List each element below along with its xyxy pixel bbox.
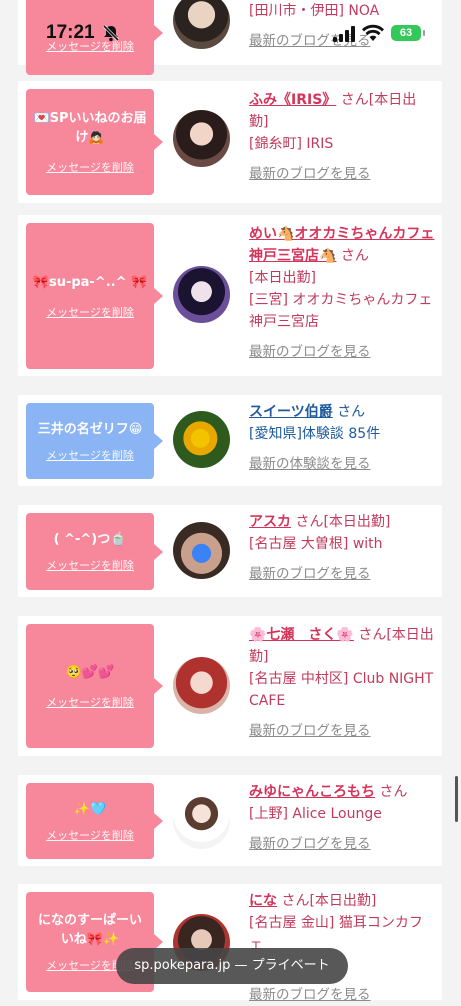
message-text: 💌SPいいねのお届け🙇🏻	[33, 111, 147, 145]
latest-blog-link[interactable]: 最新のブログを見る	[249, 163, 435, 185]
cast-name-link[interactable]: にな	[249, 893, 277, 909]
cast-suffix: さん[本日出勤]	[281, 893, 377, 909]
delete-message-link[interactable]: メッセージを削除	[46, 159, 134, 175]
message-card: メッセージを削除 [田川市・伊田] NOA 最新のブログを見る	[18, 0, 442, 75]
latest-blog-link[interactable]: 最新のブログを見る	[249, 833, 435, 855]
scrollbar[interactable]	[455, 776, 458, 822]
message-bubble: ( ^-^)つ🍵 メッセージを削除	[26, 513, 163, 590]
message-card: 🎀su-pa-^..^ 🎀 メッセージを削除 めい🐴オオカミちゃんカフェ神戸三宮…	[18, 215, 442, 376]
shop-label: [名古屋 大曽根] with	[249, 536, 383, 552]
message-card: ( ^-^)つ🍵 メッセージを削除 アスカ さん[本日出勤] [名古屋 大曽根]…	[18, 505, 442, 597]
message-bubble: 💌SPいいねのお届け🙇🏻 メッセージを削除	[26, 89, 163, 195]
cast-name-link[interactable]: 🌸七瀬 さく🌸	[249, 627, 354, 643]
delete-message-link[interactable]: メッセージを削除	[46, 557, 134, 573]
cast-suffix: さん	[379, 784, 408, 800]
shop-label: [田川市・伊田] NOA	[249, 3, 380, 19]
message-text: になのすーぱーいいね🎀✨	[37, 913, 142, 947]
message-card: 🥺💕💕 メッセージを削除 🌸七瀬 さく🌸 さん[本日出勤] [名古屋 中村区] …	[18, 616, 442, 756]
cast-name-link[interactable]: ふみ《IRIS》	[249, 92, 336, 108]
message-text: 🥺💕💕	[65, 664, 115, 680]
cast-name-link[interactable]: みゆにゃんころもち	[249, 784, 375, 800]
message-text: ( ^-^)つ🍵	[53, 532, 127, 547]
message-bubble: 🥺💕💕 メッセージを削除	[26, 624, 163, 748]
cast-suffix: さん[本日出勤]	[295, 514, 391, 530]
latest-blog-link[interactable]: 最新のブログを見る	[249, 720, 435, 742]
shop-label: [上野] Alice Lounge	[249, 806, 382, 822]
avatar[interactable]	[173, 411, 230, 468]
shop-label: [名古屋 中村区] Club NIGHT CAFE	[249, 671, 434, 709]
cast-suffix: さん	[340, 248, 369, 264]
reviewer-name-link[interactable]: スイーツ伯爵	[249, 404, 333, 420]
message-text: 三井の名ゼリフ😁	[37, 421, 143, 437]
message-card: 三井の名ゼリフ😁 メッセージを削除 スイーツ伯爵 さん [愛知県]体験談 85件…	[18, 395, 442, 486]
latest-blog-link[interactable]: 最新のブログを見る	[249, 30, 435, 52]
cast-name-link[interactable]: アスカ	[249, 514, 291, 530]
message-bubble: ✨🩵 メッセージを削除	[26, 783, 163, 859]
delete-message-link[interactable]: メッセージを削除	[46, 827, 134, 843]
latest-blog-link[interactable]: 最新のブログを見る	[249, 563, 435, 585]
shop-label: [三宮] オオカミちゃんカフェ神戸三宮店	[249, 292, 433, 330]
delete-message-link[interactable]: メッセージを削除	[46, 447, 134, 463]
message-text: 🎀su-pa-^..^ 🎀	[32, 274, 148, 290]
delete-message-link[interactable]: メッセージを削除	[46, 38, 134, 54]
message-card: 💌SPいいねのお届け🙇🏻 メッセージを削除 ふみ《IRIS》 さん[本日出勤] …	[18, 81, 442, 203]
attendance-status: [本日出勤]	[249, 270, 316, 286]
latest-blog-link[interactable]: 最新のブログを見る	[249, 984, 435, 1006]
avatar[interactable]	[173, 657, 230, 714]
avatar[interactable]	[173, 792, 230, 849]
latest-blog-link[interactable]: 最新のブログを見る	[249, 341, 435, 363]
message-card: ✨🩵 メッセージを削除 みゆにゃんころもち さん [上野] Alice Loun…	[18, 775, 442, 866]
latest-review-link[interactable]: 最新の体験談を見る	[249, 453, 435, 475]
shop-label: [錦糸町] IRIS	[249, 136, 334, 152]
message-bubble: メッセージを削除	[26, 0, 163, 75]
cast-suffix: さん	[337, 404, 366, 420]
address-bar[interactable]: sp.pokepara.jp — プライベート	[116, 948, 348, 984]
message-bubble: 🎀su-pa-^..^ 🎀 メッセージを削除	[26, 223, 163, 369]
review-count-label: [愛知県]体験談 85件	[249, 426, 381, 442]
message-text: ✨🩵	[73, 801, 107, 817]
message-bubble: 三井の名ゼリフ😁 メッセージを削除	[26, 403, 163, 479]
delete-message-link[interactable]: メッセージを削除	[46, 694, 134, 710]
avatar[interactable]	[173, 0, 230, 49]
avatar[interactable]	[173, 522, 230, 579]
avatar[interactable]	[173, 110, 230, 167]
avatar[interactable]	[173, 266, 230, 323]
delete-message-link[interactable]: メッセージを削除	[46, 304, 134, 320]
